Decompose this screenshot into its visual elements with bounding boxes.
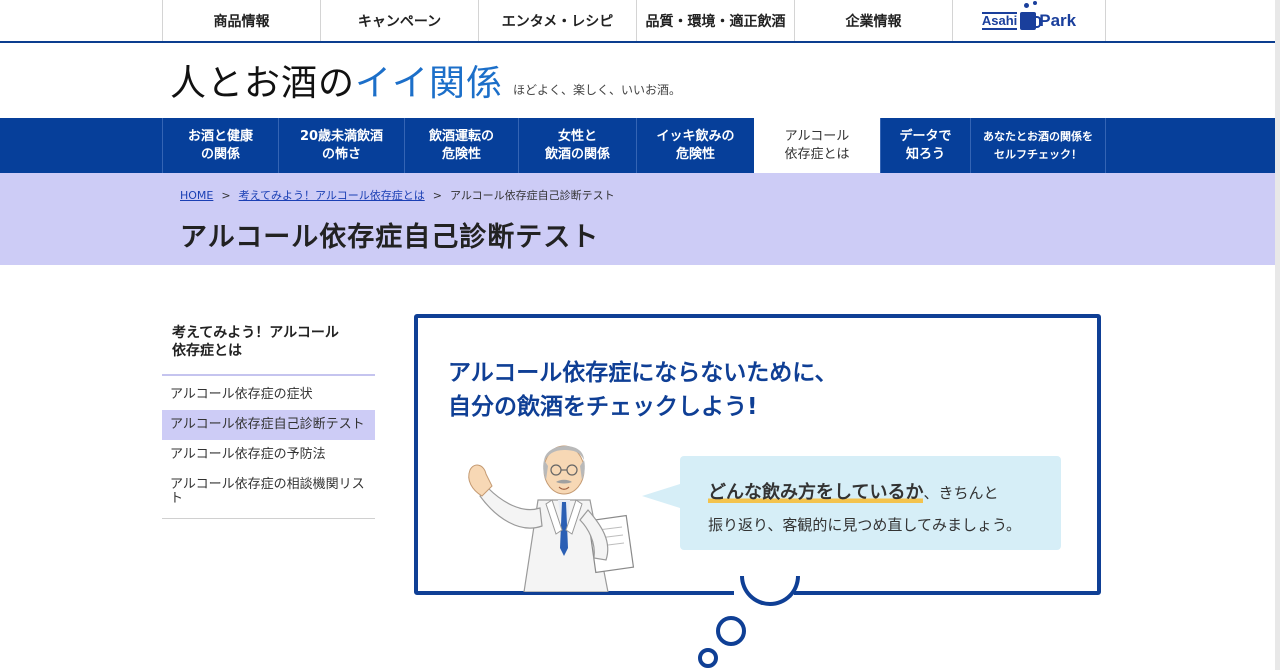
gnav-campaign[interactable]: キャンペーン bbox=[320, 0, 478, 41]
gnav-corporate[interactable]: 企業情報 bbox=[794, 0, 952, 41]
visual-headline-line2: 自分の飲酒をチェックしよう! bbox=[448, 394, 758, 420]
logo-park-text: Park bbox=[1039, 10, 1077, 30]
page-header-band: HOME > 考えてみよう！アルコール依存症とは > アルコール依存症自己診断テ… bbox=[0, 173, 1280, 265]
speech-line-1-rest: 、きちんと bbox=[923, 484, 999, 502]
global-nav-inner: 商品情報 キャンペーン エンタメ・レシピ 品質・環境・適正飲酒 企業情報 Asa… bbox=[162, 0, 1106, 41]
gnav-entertainment-recipe[interactable]: エンタメ・レシピ bbox=[478, 0, 636, 41]
brand-title: 人とお酒のイイ関係 bbox=[170, 62, 503, 106]
sidebar-item-self-test[interactable]: アルコール依存症自己診断テスト bbox=[162, 410, 375, 440]
speech-bubble: どんな飲み方をしているか、きちんと 振り返り、客観的に見つめ直してみましょう。 bbox=[642, 456, 1061, 550]
sidebar-item-prevention[interactable]: アルコール依存症の予防法 bbox=[162, 440, 375, 470]
sidebar-heading[interactable]: 考えてみよう！アルコール 依存症とは bbox=[162, 316, 375, 376]
asahi-park-logo[interactable]: Asahi Park bbox=[952, 0, 1106, 41]
thought-ring-icon bbox=[716, 616, 746, 646]
gnav-products[interactable]: 商品情報 bbox=[162, 0, 320, 41]
cat-binge[interactable]: イッキ飲みの 危険性 bbox=[636, 118, 754, 173]
visual-headline-line1: アルコール依存症にならないために、 bbox=[448, 360, 838, 386]
cat-health[interactable]: お酒と健康 の関係 bbox=[162, 118, 278, 173]
global-nav: 商品情報 キャンペーン エンタメ・レシピ 品質・環境・適正飲酒 企業情報 Asa… bbox=[0, 0, 1280, 43]
cat-self-check[interactable]: あなたとお酒の関係を セルフチェック！ bbox=[970, 118, 1106, 173]
sidebar-item-symptoms[interactable]: アルコール依存症の症状 bbox=[162, 376, 375, 410]
scrollbar-track[interactable] bbox=[1275, 0, 1280, 670]
sidebar-item-consultation[interactable]: アルコール依存症の相談機関リスト bbox=[162, 470, 375, 519]
speech-line-1: どんな飲み方をしているか、きちんと bbox=[708, 478, 998, 504]
breadcrumb-separator: > bbox=[432, 188, 442, 202]
brand-title-main: 人とお酒の bbox=[170, 63, 356, 104]
category-nav: お酒と健康 の関係 20歳未満飲酒 の怖さ 飲酒運転の 危険性 女性と 飲酒の関… bbox=[0, 118, 1280, 173]
breadcrumb-separator: > bbox=[221, 188, 231, 202]
cat-data[interactable]: データで 知ろう bbox=[880, 118, 970, 173]
speech-emphasis: どんな飲み方をしているか bbox=[708, 482, 924, 503]
gnav-quality-environment[interactable]: 品質・環境・適正飲酒 bbox=[636, 0, 794, 41]
breadcrumb-current: アルコール依存症自己診断テスト bbox=[449, 189, 615, 202]
brand-title-accent: イイ関係 bbox=[355, 63, 504, 104]
speech-line-2: 振り返り、客観的に見つめ直してみましょう。 bbox=[708, 516, 1022, 534]
sidebar: 考えてみよう！アルコール 依存症とは アルコール依存症の症状 アルコール依存症自… bbox=[162, 316, 375, 519]
brand-tagline: ほどよく、楽しく、いいお酒。 bbox=[513, 83, 682, 97]
intro-visual-panel: アルコール依存症にならないために、 自分の飲酒をチェックしよう! どんな飲み方を… bbox=[414, 314, 1101, 595]
cat-underage[interactable]: 20歳未満飲酒 の怖さ bbox=[278, 118, 404, 173]
page-title: アルコール依存症自己診断テスト bbox=[180, 222, 600, 253]
cat-drunk-driving[interactable]: 飲酒運転の 危険性 bbox=[404, 118, 518, 173]
sidebar-list: アルコール依存症の症状 アルコール依存症自己診断テスト アルコール依存症の予防法… bbox=[162, 376, 375, 519]
category-nav-inner: お酒と健康 の関係 20歳未満飲酒 の怖さ 飲酒運転の 危険性 女性と 飲酒の関… bbox=[162, 118, 1106, 173]
visual-headline: アルコール依存症にならないために、 自分の飲酒をチェックしよう! bbox=[448, 356, 838, 424]
bubble-icon bbox=[1024, 3, 1029, 8]
breadcrumb-home[interactable]: HOME bbox=[180, 189, 213, 202]
site-brand[interactable]: 人とお酒のイイ関係 ほどよく、楽しく、いいお酒。 bbox=[170, 56, 681, 106]
logo-asahi-text: Asahi bbox=[981, 11, 1018, 30]
breadcrumb-parent[interactable]: 考えてみよう！アルコール依存症とは bbox=[239, 187, 425, 203]
doctor-illustration bbox=[468, 445, 635, 592]
cat-alcoholism[interactable]: アルコール 依存症とは bbox=[754, 118, 880, 173]
beer-mug-icon bbox=[1020, 11, 1042, 30]
breadcrumb: HOME > 考えてみよう！アルコール依存症とは > アルコール依存症自己診断テ… bbox=[180, 187, 615, 203]
thought-ring-icon bbox=[698, 648, 718, 668]
bubble-icon bbox=[1033, 1, 1037, 5]
cat-women[interactable]: 女性と 飲酒の関係 bbox=[518, 118, 636, 173]
